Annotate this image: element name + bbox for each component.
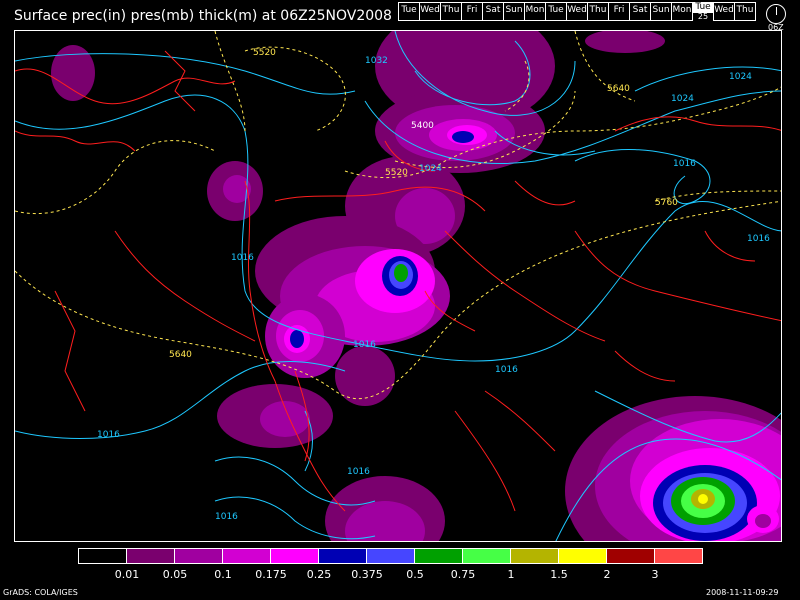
legend-swatch (366, 548, 415, 564)
day-cell: Wed (713, 2, 735, 21)
thickness-label: 5640 (169, 350, 192, 360)
pressure-label: 1024 (729, 72, 752, 82)
legend-swatch (270, 548, 319, 564)
pressure-label: 1032 (365, 56, 388, 66)
legend-label: 0.375 (351, 568, 383, 581)
thickness-label: 5520 (385, 168, 408, 178)
day-cell: Wed (566, 2, 588, 21)
credit-text: GrADS: COLA/IGES (3, 588, 78, 597)
pressure-label: 1016 (673, 159, 696, 169)
legend-label: 0.05 (162, 568, 188, 581)
legend-label: 0.25 (306, 568, 332, 581)
day-cell: Sun (650, 2, 672, 21)
day-cell: Tue (398, 2, 420, 21)
legend-swatch (174, 548, 223, 564)
legend-label: 2 (603, 568, 611, 581)
legend-label: 0.75 (450, 568, 476, 581)
legend-swatch (222, 548, 271, 564)
legend-swatch (318, 548, 367, 564)
day-label: Fri (466, 5, 478, 15)
day-cell: Fri (608, 2, 630, 21)
day-label: Sun (652, 5, 670, 15)
legend-swatch (606, 548, 655, 564)
pressure-label: 1016 (495, 365, 518, 375)
precip-legend (78, 548, 703, 566)
legend-swatch (414, 548, 463, 564)
day-label: Mon (672, 5, 692, 15)
pressure-label: 1016 (747, 234, 770, 244)
day-label: Thu (736, 5, 754, 15)
map-title: Surface prec(in) pres(mb) thick(m) at 06… (14, 8, 392, 24)
weather-map: 1032 1024 1024 1024 1016 1016 1016 1016 … (14, 30, 782, 542)
day-label: Thu (589, 5, 607, 15)
day-cell: Thu (440, 2, 462, 21)
pressure-label: 1016 (347, 467, 370, 477)
thickness-label: 5640 (607, 84, 630, 94)
day-label: Mon (525, 5, 545, 15)
legend-label: 1.5 (550, 568, 568, 581)
day-label: Wed (420, 5, 440, 15)
day-label: Thu (442, 5, 460, 15)
day-cell: Mon (671, 2, 693, 21)
legend-label: 0.1 (214, 568, 232, 581)
day-label: Wed (567, 5, 587, 15)
pressure-label: 1016 (97, 430, 120, 440)
day-cell: Sat (482, 2, 504, 21)
clock-icon (766, 4, 786, 24)
legend-label: 0.175 (255, 568, 287, 581)
day-label: Sun (505, 5, 523, 15)
legend-label: 1 (507, 568, 515, 581)
active-date-label: 25 (693, 13, 713, 21)
day-cell: Fri (461, 2, 483, 21)
legend-swatch (462, 548, 511, 564)
thickness-label: 5520 (253, 48, 276, 58)
legend-swatch (78, 548, 127, 564)
day-label: Fri (613, 5, 625, 15)
legend-swatch (126, 548, 175, 564)
day-strip: Tue Wed Thu Fri Sat Sun Mon Tue Wed Thu Fri Sat Sun M… (398, 2, 756, 23)
day-label: Tue (548, 5, 564, 15)
pressure-label: 1024 (671, 94, 694, 104)
thickness-label: 5760 (655, 198, 678, 208)
day-label: Tue (401, 5, 417, 15)
legend-label: 0.5 (406, 568, 424, 581)
timestamp-text: 2008-11-11-09:29 (706, 588, 779, 597)
legend-swatch (558, 548, 607, 564)
legend-swatch (510, 548, 559, 564)
day-cell: Tue (545, 2, 567, 21)
pressure-label: 1016 (353, 340, 376, 350)
thickness-label: 5400 (411, 121, 434, 131)
day-cell: Sun (503, 2, 525, 21)
day-label: Sat (485, 5, 501, 15)
day-cell: Thu (587, 2, 609, 21)
legend-label: 0.01 (114, 568, 140, 581)
pressure-label: 1016 (231, 253, 254, 263)
pressure-label: 1024 (419, 164, 442, 174)
legend-swatch (654, 548, 703, 564)
pressure-label: 1016 (215, 512, 238, 522)
day-label: Sat (632, 5, 648, 15)
day-cell: Tue 25 (692, 2, 714, 21)
day-cell: Wed (419, 2, 441, 21)
legend-label: 3 (651, 568, 659, 581)
day-label: Wed (714, 5, 734, 15)
day-cell: Sat (629, 2, 651, 21)
day-cell: Thu (734, 2, 756, 21)
day-cell: Mon (524, 2, 546, 21)
